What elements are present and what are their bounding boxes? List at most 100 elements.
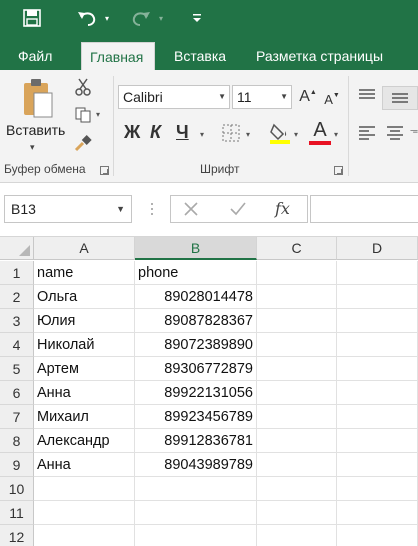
grid-cell[interactable] (34, 501, 135, 525)
clipboard-launcher-icon[interactable] (100, 166, 109, 175)
underline-dropdown-icon[interactable]: ▾ (200, 130, 204, 139)
undo-icon[interactable] (74, 6, 100, 30)
grid-cell[interactable] (337, 309, 418, 333)
row-header[interactable]: 8 (0, 429, 34, 453)
redo-dropdown-icon[interactable]: ▾ (155, 6, 167, 30)
grid-cell[interactable]: Михаил (34, 405, 135, 429)
grow-font-button[interactable]: A ▲ (298, 86, 318, 108)
align-top-icon[interactable] (356, 86, 378, 104)
grid-cell[interactable] (135, 501, 257, 525)
format-painter-icon[interactable] (72, 132, 94, 154)
fill-color-dropdown-icon[interactable]: ▾ (294, 130, 298, 139)
font-name-dropdown[interactable]: Calibri ▼ (118, 85, 230, 109)
fill-color-icon[interactable] (268, 120, 292, 146)
font-launcher-icon[interactable] (334, 166, 343, 175)
column-header-b[interactable]: B (135, 237, 257, 260)
align-left-icon[interactable] (356, 124, 378, 142)
grid-cell[interactable] (135, 477, 257, 501)
grid-cell[interactable] (257, 429, 337, 453)
grid-cell[interactable] (337, 357, 418, 381)
grid-cell[interactable] (337, 333, 418, 357)
grid-cell[interactable] (337, 261, 418, 285)
tab-home[interactable]: Главная (81, 42, 155, 70)
align-middle-icon[interactable] (382, 86, 418, 110)
row-header[interactable]: 9 (0, 453, 34, 477)
grid-cell[interactable] (337, 381, 418, 405)
grid-cell[interactable] (257, 285, 337, 309)
row-header[interactable]: 4 (0, 333, 34, 357)
italic-button[interactable]: К (150, 122, 161, 143)
formula-input[interactable] (310, 195, 418, 223)
grid-cell[interactable]: Юлия (34, 309, 135, 333)
borders-dropdown-icon[interactable]: ▾ (246, 130, 250, 139)
grid-cell[interactable]: 89043989789 (135, 453, 257, 477)
grid-cell[interactable]: 89912836781 (135, 429, 257, 453)
font-color-dropdown-icon[interactable]: ▾ (334, 130, 338, 139)
grid-cell[interactable]: 89306772879 (135, 357, 257, 381)
grid-cell[interactable] (337, 501, 418, 525)
grid-cell[interactable]: 89922131056 (135, 381, 257, 405)
align-center-icon[interactable] (384, 124, 406, 142)
grid-cell[interactable] (257, 381, 337, 405)
column-header-a[interactable]: A (34, 237, 135, 260)
name-box[interactable]: B13 ▼ (4, 195, 132, 223)
grid-cell[interactable]: Александр (34, 429, 135, 453)
customize-qat-icon[interactable] (190, 6, 204, 30)
row-header[interactable]: 3 (0, 309, 34, 333)
borders-icon[interactable] (220, 122, 242, 144)
grid-cell[interactable] (337, 453, 418, 477)
underline-button[interactable]: Ч (176, 122, 189, 143)
row-header[interactable]: 2 (0, 285, 34, 309)
grid-cell[interactable]: phone (135, 261, 257, 285)
grid-cell[interactable]: 89028014478 (135, 285, 257, 309)
formula-bar-grip[interactable] (150, 201, 154, 217)
grid-cell[interactable] (257, 357, 337, 381)
paste-icon[interactable] (18, 76, 58, 120)
grid-cell[interactable] (135, 525, 257, 546)
enter-icon[interactable] (229, 201, 247, 220)
grid-cell[interactable]: name (34, 261, 135, 285)
row-header[interactable]: 12 (0, 525, 34, 546)
font-color-button[interactable]: A (308, 120, 332, 146)
grid-cell[interactable]: 89072389890 (135, 333, 257, 357)
row-header[interactable]: 1 (0, 261, 34, 285)
bold-button[interactable]: Ж (124, 122, 140, 143)
grid-cell[interactable] (257, 261, 337, 285)
row-header[interactable]: 10 (0, 477, 34, 501)
insert-function-button[interactable]: fx (275, 199, 290, 218)
align-right-icon[interactable] (410, 124, 418, 142)
grid-cell[interactable] (257, 333, 337, 357)
grid-cell[interactable] (257, 477, 337, 501)
grid-cell[interactable] (257, 501, 337, 525)
copy-icon[interactable] (72, 104, 94, 126)
grid-cell[interactable] (337, 285, 418, 309)
row-header[interactable]: 5 (0, 357, 34, 381)
select-all-button[interactable] (0, 237, 34, 260)
grid-cell[interactable]: Николай (34, 333, 135, 357)
row-header[interactable]: 7 (0, 405, 34, 429)
grid-cell[interactable] (257, 525, 337, 546)
grid-cell[interactable] (337, 525, 418, 546)
save-icon[interactable] (20, 6, 44, 30)
grid-cell[interactable]: 89923456789 (135, 405, 257, 429)
grid-cell[interactable] (337, 477, 418, 501)
grid-cell[interactable] (34, 477, 135, 501)
grid-cell[interactable] (257, 405, 337, 429)
grid-cell[interactable]: Анна (34, 381, 135, 405)
undo-dropdown-icon[interactable]: ▾ (100, 6, 114, 30)
cancel-icon[interactable] (183, 201, 199, 220)
paste-dropdown-icon[interactable]: ▾ (30, 142, 35, 153)
paste-button-label[interactable]: Вставить (6, 122, 65, 138)
grid-cell[interactable] (337, 405, 418, 429)
font-size-dropdown[interactable]: 11 ▼ (232, 85, 292, 109)
column-header-c[interactable]: C (257, 237, 337, 260)
grid-cell[interactable]: Анна (34, 453, 135, 477)
shrink-font-button[interactable]: A ▼ (322, 88, 342, 110)
grid-cell[interactable] (257, 453, 337, 477)
grid-cell[interactable] (337, 429, 418, 453)
grid-cell[interactable]: Артем (34, 357, 135, 381)
grid-cell[interactable]: Ольга (34, 285, 135, 309)
copy-dropdown-icon[interactable]: ▾ (96, 110, 100, 119)
grid-cell[interactable] (34, 525, 135, 546)
column-header-d[interactable]: D (337, 237, 418, 260)
